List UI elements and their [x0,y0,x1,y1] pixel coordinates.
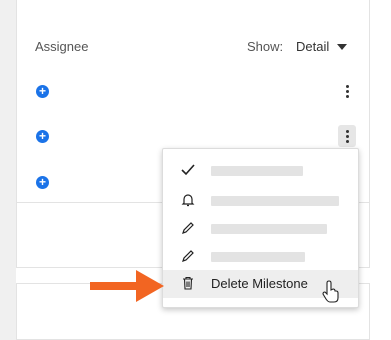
background-left [0,0,16,340]
menu-item-notify[interactable] [163,187,358,215]
menu-item-delete-milestone[interactable]: Delete Milestone [163,270,358,303]
context-menu: Delete Milestone [162,148,359,308]
add-assignee-icon[interactable]: + [36,130,49,143]
trash-icon [183,276,193,290]
menu-item-label: Delete Milestone [211,276,308,291]
add-assignee-icon[interactable]: + [36,85,49,98]
menu-item-mark-complete[interactable] [163,157,358,185]
more-options-icon[interactable] [338,80,356,102]
orange-arrow-annotation [90,270,164,302]
menu-item-label-redacted [211,196,339,206]
assignee-column-header: Assignee [35,39,89,54]
add-assignee-icon[interactable]: + [36,176,49,189]
hand-pointer-icon [322,280,339,303]
pencil-icon [182,222,194,234]
show-label: Show: [247,39,284,54]
menu-item-edit[interactable] [163,215,358,243]
checkmark-icon [181,164,195,176]
bell-icon [181,194,195,207]
chevron-down-icon[interactable] [337,44,347,50]
background-right [370,0,391,340]
menu-item-edit-2[interactable] [163,243,358,271]
menu-item-label-redacted [211,224,327,234]
menu-item-label-redacted [211,252,305,262]
menu-item-label-redacted [211,166,303,176]
pencil-icon [182,250,194,262]
more-options-icon-active[interactable] [338,125,356,147]
show-dropdown-value[interactable]: Detail [296,39,329,54]
